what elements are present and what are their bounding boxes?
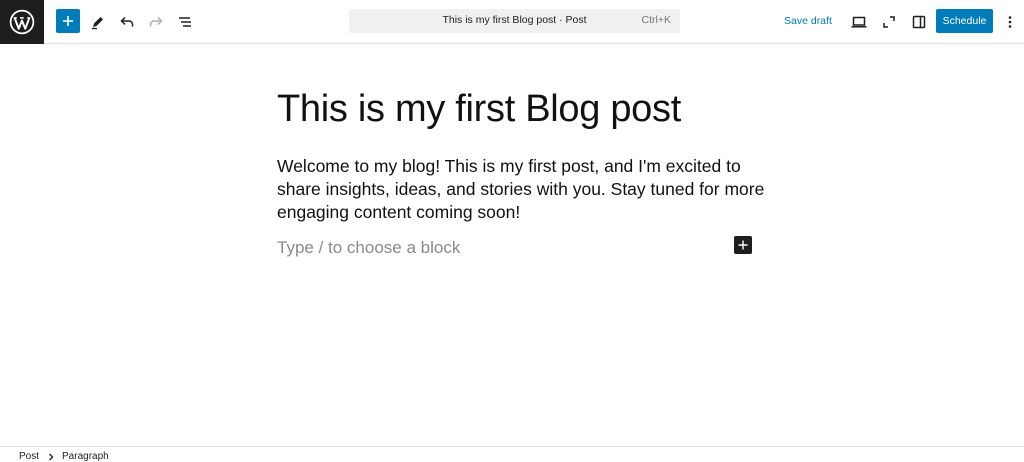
add-block-button[interactable] [734, 236, 752, 254]
redo-icon [149, 16, 163, 27]
more-vertical-icon [1008, 16, 1012, 28]
options-menu-button[interactable] [998, 8, 1022, 36]
editor-header: This is my first Blog post · Post Ctrl+K… [0, 0, 1024, 44]
breadcrumb-item-paragraph[interactable]: Paragraph [62, 451, 109, 462]
breadcrumb-item-post[interactable]: Post [19, 451, 39, 462]
wordpress-logo-icon[interactable] [0, 0, 44, 44]
sidebar-settings-icon [912, 15, 926, 29]
breadcrumb: Post Paragraph [19, 451, 109, 462]
preview-button[interactable] [845, 8, 873, 36]
document-title-label: This is my first Blog post · Post [442, 14, 587, 26]
plus-icon [738, 240, 748, 250]
post-title[interactable]: This is my first Blog post [277, 88, 681, 131]
keyboard-shortcut-label: Ctrl+K [641, 14, 671, 26]
fullscreen-icon [883, 16, 895, 28]
redo-button[interactable] [142, 8, 170, 36]
schedule-button[interactable]: Schedule [936, 9, 993, 33]
document-overview-button[interactable] [171, 8, 199, 36]
tools-button[interactable] [84, 8, 112, 36]
fullscreen-button[interactable] [875, 8, 903, 36]
save-draft-button[interactable]: Save draft [784, 15, 832, 27]
list-view-icon [179, 17, 191, 27]
command-palette-bar[interactable]: This is my first Blog post · Post Ctrl+K [349, 9, 680, 33]
plus-icon [63, 16, 73, 26]
chevron-right-icon [47, 453, 55, 461]
editor-footer: Post Paragraph [0, 446, 1024, 462]
paragraph-block[interactable]: Welcome to my blog! This is my first pos… [277, 155, 767, 224]
pencil-icon [92, 17, 103, 30]
desktop-preview-icon [851, 16, 867, 28]
undo-button[interactable] [113, 8, 141, 36]
settings-sidebar-button[interactable] [905, 8, 933, 36]
block-inserter-button[interactable] [56, 9, 80, 33]
undo-icon [120, 16, 134, 27]
empty-block-placeholder[interactable]: Type / to choose a block [277, 238, 460, 258]
